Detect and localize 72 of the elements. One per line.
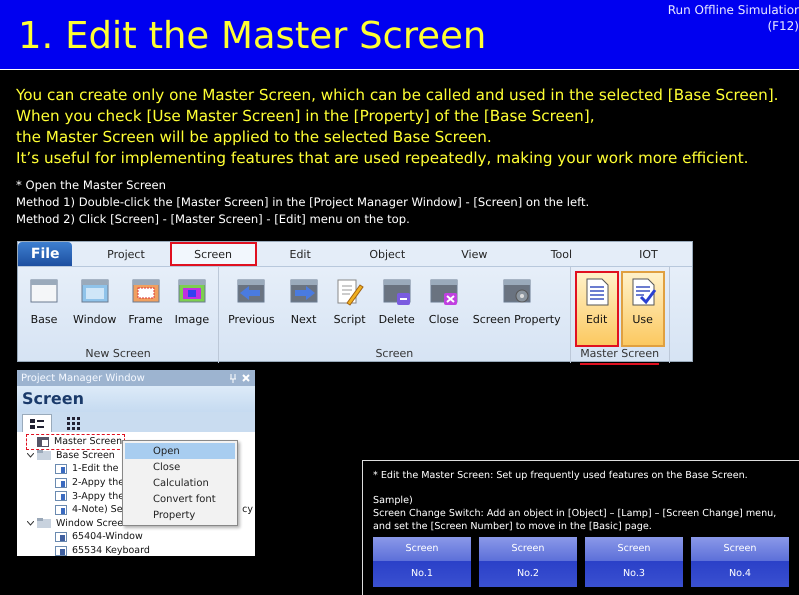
intro-text: It’s useful for implementing features that are used repeatedly, making your work more efficient. [16,148,750,169]
ribbon-button[interactable]: Close [422,271,466,347]
screen-icon [55,491,67,502]
tree-item[interactable]: 4-Note) Se [70,504,125,516]
sample-text: and set the [Screen Number] to move in the [Basic] page. [373,520,653,533]
intro-text: When you check [Use Master Screen] in the [Property] of the [Base Screen], [16,106,596,127]
intro-text: You can create only one Master Screen, which can be called and used in the selected [Base Screen]. [16,85,780,106]
tree-item[interactable]: Base Screen [54,450,117,461]
note-text: Method 2) Click [Screen] - [Master Screen] - [Edit] menu on the top. [16,211,411,228]
screen-icon [55,464,67,474]
group-label: Master Screen [580,347,660,365]
ribbon-button[interactable]: Screen Property [468,271,566,347]
page-title: 1. Edit the Master Screen [17,13,486,59]
window-close-icon [428,277,459,307]
screen-icon [55,504,67,515]
screen-change-switch[interactable]: Screen No.4 [691,537,789,587]
sample-text: Sample) [373,494,414,507]
shortcut-hint: Run Offline Simulatior [668,2,799,18]
tree-item[interactable]: 1-Edit the [70,463,120,474]
group-label: Screen [375,347,414,362]
tree-item[interactable]: 65534 Keyboard [70,545,152,556]
shortcut-hint: (F12) [767,18,799,34]
ribbon-button[interactable]: Previous [223,271,280,347]
window-screen-icon [55,532,67,542]
ribbon-button[interactable]: Script [328,271,372,347]
folder-icon [37,518,51,528]
ribbon-tab[interactable]: Edit [256,242,344,266]
screen-icon [55,478,67,488]
panel-title: Project Manager Window [21,372,146,384]
ribbon-button[interactable]: Frame [123,271,168,347]
ribbon-tab[interactable]: IOT [604,242,692,266]
note-text: * Open the Master Screen [16,177,167,194]
ribbon-button[interactable]: Delete [374,271,420,347]
screen-change-switch[interactable]: Screen No.3 [585,537,683,587]
ribbon-button[interactable]: Window [68,271,122,347]
file-tab[interactable]: File [18,242,72,266]
ribbon-button[interactable]: Edit [574,271,619,347]
tree-item-text: cy [242,504,253,516]
sample-text: Screen Change Switch: Add an object in [Object] – [Lamp] – [Screen Change] menu, [373,507,778,520]
ribbon-button[interactable]: Image [170,271,214,347]
menu-item[interactable]: Close [125,459,235,475]
grid-icon [66,416,80,430]
master-screen-icon [37,436,49,447]
list-view-tab[interactable] [22,414,52,432]
ribbon-tab[interactable]: View [430,242,518,266]
list-icon [30,418,44,430]
ribbon-tab[interactable]: Object [344,242,431,266]
group-label: New Screen [85,347,151,362]
expand-caret-icon[interactable] [27,520,34,526]
menu-item[interactable]: Open [125,443,235,459]
intro-text: the Master Screen will be applied to the selected Base Screen. [16,127,493,148]
ribbon-tab[interactable]: Project [82,242,170,266]
tree-item[interactable]: Window Scree [54,518,126,529]
expand-caret-icon[interactable] [27,452,34,458]
ribbon-tab[interactable]: Tool [518,242,605,266]
screen-change-switch[interactable]: Screen No.2 [479,537,577,587]
menu-item[interactable]: Property [125,507,235,523]
script-pencil-icon [334,277,365,307]
ribbon-button[interactable]: Next [282,271,326,347]
note-text: Method 1) Double-click the [Master Screen] in the [Project Manager Window] - [Screen] on the left. [16,194,590,211]
ribbon-button[interactable]: Use [620,271,665,347]
screen-change-switch[interactable]: Screen No.1 [373,537,471,587]
ribbon-button[interactable]: Base [22,271,66,347]
ribbon-tab[interactable]: Screen [170,242,257,266]
tree-item[interactable]: Master Screen [52,436,124,448]
folder-icon [37,450,51,460]
sample-note: * Edit the Master Screen: Set up frequently used features on the Base Screen. [373,469,749,482]
menu-item[interactable]: Calculation [125,475,235,491]
tree-item[interactable]: 65404-Window [70,531,145,542]
menu-item[interactable]: Convert font [125,491,235,507]
panel-heading: Screen [17,386,255,412]
window-minus-icon [382,277,412,307]
